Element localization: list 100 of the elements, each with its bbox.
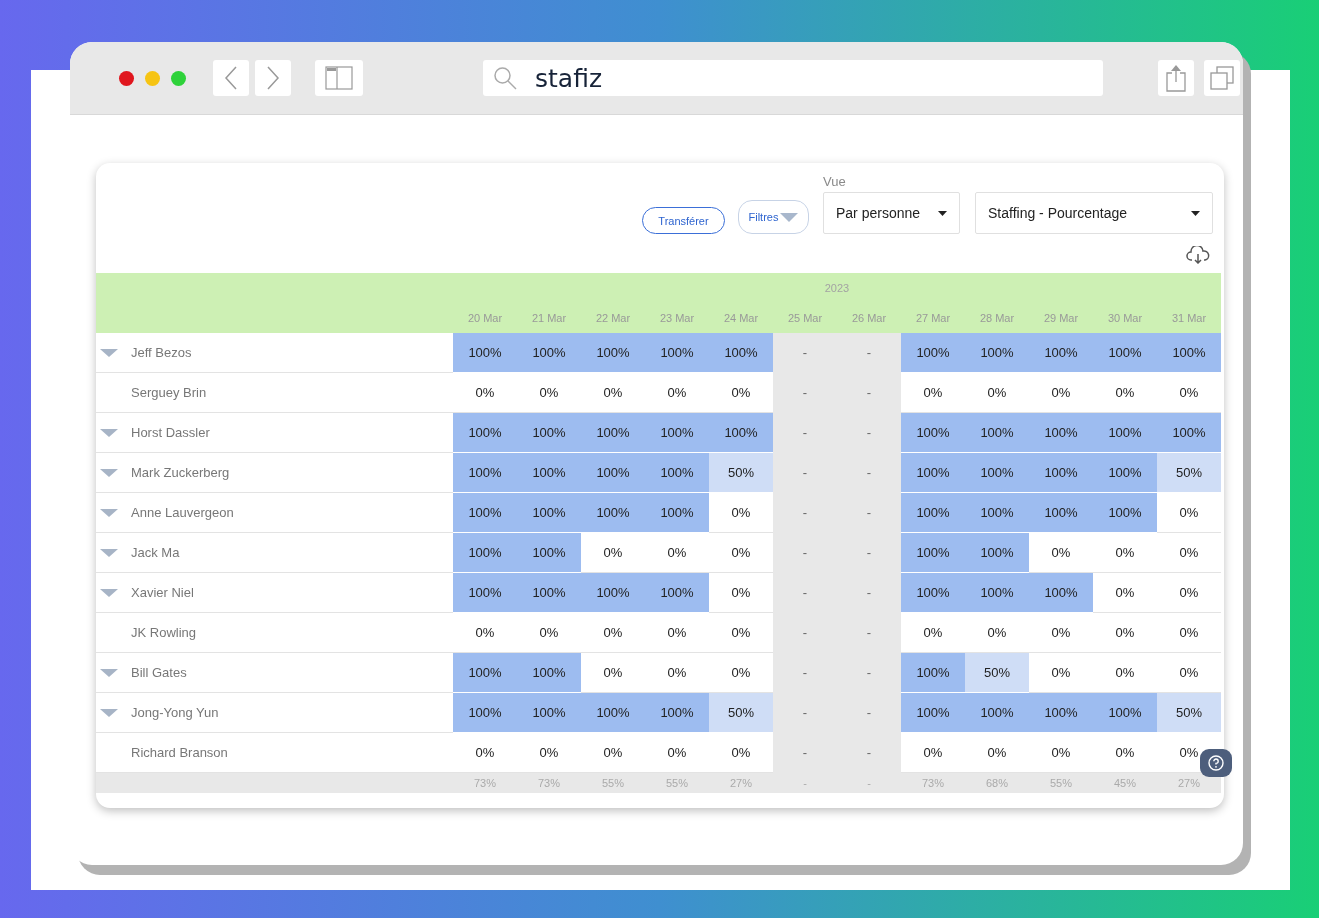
allocation-cell: 100% xyxy=(517,333,581,373)
minimize-button[interactable] xyxy=(145,70,160,86)
date-header: 22 Mar xyxy=(595,312,631,324)
date-header: 27 Mar xyxy=(915,312,951,324)
help-button[interactable] xyxy=(1200,749,1232,777)
maximize-button[interactable] xyxy=(171,70,186,86)
allocation-cell: 100% xyxy=(965,333,1029,373)
date-header: 24 Mar xyxy=(723,312,759,324)
allocation-cell: 100% xyxy=(901,333,965,373)
allocation-cell: 100% xyxy=(965,533,1029,573)
date-header: 21 Mar xyxy=(531,312,567,324)
person-name: Richard Branson xyxy=(131,745,228,760)
allocation-cell: 100% xyxy=(1093,693,1157,733)
forward-button[interactable] xyxy=(255,60,291,96)
chevron-left-icon xyxy=(224,65,238,91)
total-cell: - xyxy=(773,773,837,793)
allocation-cell: 100% xyxy=(517,573,581,613)
expand-icon[interactable] xyxy=(100,708,118,717)
tabs-icon xyxy=(1209,65,1235,91)
allocation-cell: 50% xyxy=(1157,453,1221,493)
allocation-cell: 100% xyxy=(1093,453,1157,493)
person-name: JK Rowling xyxy=(131,625,197,640)
allocation-cell: 100% xyxy=(901,653,965,693)
tabs-button[interactable] xyxy=(1204,60,1240,96)
allocation-cell: 100% xyxy=(581,693,645,733)
date-header: 23 Mar xyxy=(659,312,695,324)
view-label: Vue xyxy=(823,174,847,189)
sidebar-button[interactable] xyxy=(315,60,363,96)
caret-icon xyxy=(780,212,799,222)
allocation-cell: 100% xyxy=(1029,453,1093,493)
allocation-cell: 0% xyxy=(1157,573,1221,613)
allocation-cell: 100% xyxy=(1029,413,1093,453)
allocation-cell: 100% xyxy=(1093,493,1157,533)
allocation-cell: 100% xyxy=(709,333,773,373)
allocation-cell: 100% xyxy=(517,453,581,493)
date-header: 25 Mar xyxy=(787,312,823,324)
allocation-cell: - xyxy=(837,573,901,613)
cloud-download-icon[interactable] xyxy=(1186,246,1210,264)
allocation-cell: 100% xyxy=(1093,333,1157,373)
expand-icon[interactable] xyxy=(100,428,118,437)
allocation-cell: 100% xyxy=(517,413,581,453)
year-label: 2023 xyxy=(824,282,850,294)
allocation-cell: 100% xyxy=(901,413,965,453)
total-cell: 73% xyxy=(453,773,517,793)
date-header: 20 Mar xyxy=(467,312,503,324)
allocation-cell: 100% xyxy=(517,693,581,733)
total-cell: 27% xyxy=(1157,773,1221,793)
allocation-cell: 100% xyxy=(1157,333,1221,373)
close-button[interactable] xyxy=(119,70,134,86)
allocation-cell: - xyxy=(773,373,837,413)
total-cell: 55% xyxy=(1029,773,1093,793)
address-field[interactable]: stafiz xyxy=(533,62,1037,94)
address-bar[interactable]: stafiz xyxy=(483,60,1103,96)
allocation-cell: - xyxy=(773,453,837,493)
allocation-cell: - xyxy=(773,693,837,733)
allocation-cell: 100% xyxy=(709,413,773,453)
allocation-cell: 100% xyxy=(1029,493,1093,533)
allocation-cell: 100% xyxy=(901,693,965,733)
allocation-cell: - xyxy=(837,533,901,573)
chevron-right-icon xyxy=(266,65,280,91)
caret-icon xyxy=(1191,210,1200,216)
total-cell: 73% xyxy=(901,773,965,793)
allocation-cell: - xyxy=(837,493,901,533)
allocation-cell: 50% xyxy=(709,693,773,733)
total-cell: - xyxy=(837,773,901,793)
expand-icon[interactable] xyxy=(100,588,118,597)
expand-icon[interactable] xyxy=(100,508,118,517)
person-name: Bill Gates xyxy=(131,665,187,680)
allocation-cell: 100% xyxy=(965,493,1029,533)
allocation-cell: 100% xyxy=(901,533,965,573)
filter-button[interactable]: Filtres xyxy=(738,200,809,234)
transfer-button[interactable]: Transférer xyxy=(642,207,725,234)
expand-icon[interactable] xyxy=(100,468,118,477)
view-dropdown[interactable]: Par personne xyxy=(823,192,960,234)
expand-icon[interactable] xyxy=(100,668,118,677)
person-name: Xavier Niel xyxy=(131,585,194,600)
expand-icon[interactable] xyxy=(100,348,118,357)
mode-dropdown[interactable]: Staffing - Pourcentage xyxy=(975,192,1213,234)
allocation-cell: - xyxy=(773,613,837,653)
total-cell: 68% xyxy=(965,773,1029,793)
allocation-cell: 100% xyxy=(1157,413,1221,453)
allocation-cell: 100% xyxy=(453,493,517,533)
share-button[interactable] xyxy=(1158,60,1194,96)
allocation-cell: - xyxy=(837,453,901,493)
allocation-cell: - xyxy=(837,733,901,773)
expand-icon[interactable] xyxy=(100,548,118,557)
person-name: Horst Dassler xyxy=(131,425,210,440)
allocation-cell: 100% xyxy=(581,493,645,533)
allocation-cell: 100% xyxy=(581,333,645,373)
allocation-cell: 100% xyxy=(901,453,965,493)
person-name: Jong-Yong Yun xyxy=(131,705,219,720)
allocation-cell: 100% xyxy=(581,453,645,493)
allocation-cell: 0% xyxy=(1093,533,1157,573)
allocation-cell: - xyxy=(773,493,837,533)
date-header: 31 Mar xyxy=(1171,312,1207,324)
allocation-cell: - xyxy=(773,733,837,773)
back-button[interactable] xyxy=(213,60,249,96)
date-header: 26 Mar xyxy=(851,312,887,324)
allocation-cell: 100% xyxy=(1093,413,1157,453)
allocation-cell: 100% xyxy=(517,653,581,693)
